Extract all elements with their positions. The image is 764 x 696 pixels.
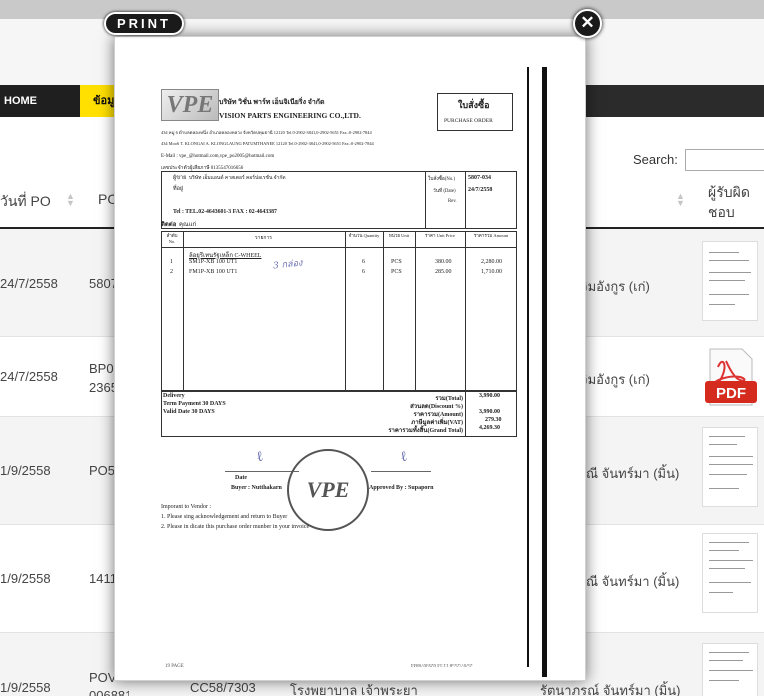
company-address-english: 434 Moo6 T. KLONGAI A. KLONGLAUNG PATUMT… (161, 141, 374, 146)
nav-home-link[interactable]: HOME (4, 85, 37, 117)
nav-right-area (586, 85, 764, 117)
column-header-po-date[interactable]: วันที่ PO (0, 191, 51, 213)
item-no: 1 (170, 259, 173, 265)
total-value: 3,990.00 (479, 393, 500, 399)
scan-edge-line (527, 67, 529, 667)
cell-responsible: ณี จันทร์มา (มิ้น) (586, 466, 680, 481)
document-thumbnail[interactable] (702, 643, 758, 696)
search-label: Search: (633, 152, 678, 167)
cell-responsible: จิมอังกูร (เก่) (580, 372, 650, 387)
company-name-english: VISION PARTS ENGINEERING CO.,LTD. (219, 111, 361, 120)
fax-footer: 25/07/2558 11:14 0293078844 (411, 662, 473, 667)
col-no: ลำดับ No. (166, 233, 178, 244)
cell-date: 1/9/2558 (0, 463, 51, 478)
scan-edge-line (542, 67, 547, 677)
column-header-responsible[interactable]: ผู้รับผิดชอบ (708, 182, 758, 222)
document-thumbnail[interactable] (702, 241, 758, 321)
grand-total-value: 4,269.30 (479, 425, 500, 431)
contact-label: ติดต่อ (161, 222, 177, 228)
vendor-note-2: 2. Please in dicate this purchase order … (161, 524, 310, 530)
item-no: 2 (170, 269, 173, 275)
cell-date: 24/7/2558 (0, 369, 58, 384)
po-title-english: PURCHASE ORDER (444, 118, 493, 124)
cell-po: BP0 2365 (89, 361, 115, 395)
pdf-label: PDF (716, 385, 746, 402)
delivery-label: Delivery (163, 393, 185, 399)
vendor-address-label: ที่อยู่ (173, 186, 184, 192)
cell-responsible: จิมอังกูร (เก่) (580, 279, 650, 294)
grand-total-label: ราคารวมทั้งสิ้น(Grand Total) (388, 428, 463, 434)
term-payment: Term Payment 30 DAYS (163, 401, 226, 407)
cell-po: PO5 (89, 463, 116, 478)
item-price: 380.00 (435, 259, 452, 265)
document-preview-lightbox: VPE บริษัท วิชั่น พาร์ท เอ็นจิเนียริ่ง จ… (114, 36, 586, 681)
item-description: SM1P-XB 100 UT1 (189, 259, 238, 265)
vendor-note-title: Imporant to Vendor : (161, 504, 212, 510)
item-quantity: 6 (362, 269, 365, 275)
approved-by-line: Approved By : Supaporn (369, 485, 434, 491)
buyer-signature-mark: ℓ (254, 448, 266, 466)
revision-label: Rev. (448, 199, 457, 204)
vendor-name: บริษัท เอ็มแอนด์ คาสเตอร์ คอร์ปอเรชั่น จ… (189, 176, 286, 181)
amount-value: 3,990.00 (479, 409, 500, 415)
cell-responsible: รัตนาภรณ์ จันทร์มา (มิ้น) (540, 683, 681, 696)
search-input[interactable] (685, 149, 764, 171)
fax-footer-left: 19 PAGE (165, 664, 184, 669)
po-title-box: ใบสั่งซื้อ PURCHASE ORDER (437, 93, 513, 131)
col-quantity: จำนวน Quantity (348, 233, 380, 238)
item-amount: 2,280.00 (481, 259, 502, 265)
sort-icon[interactable]: ▲ ▼ (66, 192, 75, 208)
item-price: 285.00 (435, 269, 452, 275)
vendor-label: ผู้ขาย (173, 175, 187, 181)
item-unit: PCS (391, 259, 402, 265)
item-amount: 1,710.00 (481, 269, 502, 275)
po-date-label: วันที่ (Date) (433, 189, 456, 194)
valid-date: Valid Date 30 DAYS (163, 409, 215, 415)
purchase-order-scan: VPE บริษัท วิชั่น พาร์ท เอ็นจิเนียริ่ง จ… (115, 37, 585, 680)
cell-date: 1/9/2558 (0, 680, 51, 695)
document-thumbnail[interactable] (702, 533, 758, 613)
cell-po: 1411 (89, 571, 117, 586)
close-icon[interactable]: ✕ (573, 9, 602, 38)
company-stamp: VPE (287, 449, 369, 531)
vendor-phone: Tel : TEL.02-4643601-3 FAX : 02-4643387 (173, 209, 277, 215)
contact-name: คุณแก่ (179, 222, 197, 228)
cell-date: 24/7/2558 (0, 276, 58, 291)
po-number: 5807-034 (468, 175, 491, 181)
approver-signature-mark: ℓ (398, 448, 410, 466)
po-number-label: ใบสั่งซื้อ(No.) (428, 177, 456, 182)
cell-responsible: ณี จันทร์มา (มิ้น) (586, 574, 680, 589)
company-logo: VPE (161, 89, 219, 121)
buyer-signature-line: Buyer : Nutthakarn (231, 485, 282, 491)
print-button[interactable]: PRINT (104, 12, 184, 35)
col-amount: ราคารวม Amount (473, 233, 509, 238)
sort-icon[interactable]: ▲ ▼ (676, 192, 685, 208)
document-thumbnail[interactable] (702, 427, 758, 507)
col-unit-price: ราคา Unit Price (425, 233, 455, 238)
pdf-file-icon[interactable]: PDF (704, 347, 758, 409)
col-description: รายการ (255, 236, 272, 241)
company-email: E-Mail : vpe_@hotmail.com,vpe_po2005@hot… (161, 154, 275, 159)
company-name-thai: บริษัท วิชั่น พาร์ท เอ็นจิเนียริ่ง จำกัด (219, 98, 325, 106)
company-address-thai: 434 หมู่ 6 ตำบลคลองหนึ่ง อำเภอคลองหลวง จ… (161, 130, 372, 135)
vendor-note-1: 1. Please sing acknowledgement and retur… (161, 514, 288, 520)
item-description: FM1P-XB 100 UT1 (189, 269, 238, 275)
cell-reference: CC58/7303 (190, 680, 256, 695)
vat-value: 279.30 (485, 417, 502, 423)
col-unit: หน่วย Unit (388, 233, 410, 238)
item-unit: PCS (391, 269, 402, 275)
cell-customer: โรงพยาบาล เจ้าพระยา (290, 683, 418, 696)
item-quantity: 6 (362, 259, 365, 265)
po-date: 24/7/2558 (468, 187, 493, 193)
po-title-thai: ใบสั่งซื้อ (458, 100, 490, 110)
stamp-logo: VPE (306, 477, 350, 502)
date-signature-label: Date (235, 475, 247, 481)
cell-date: 1/9/2558 (0, 571, 51, 586)
